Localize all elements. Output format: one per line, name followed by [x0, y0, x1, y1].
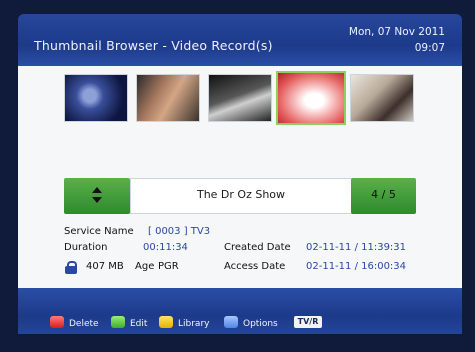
- time-text: 09:07: [414, 42, 445, 54]
- program-title-box: The Dr Oz Show: [130, 178, 352, 214]
- created-label: Created Date: [224, 242, 291, 253]
- options-key-label[interactable]: Options: [243, 318, 278, 330]
- access-value: 02-11-11 / 16:00:34: [306, 261, 407, 272]
- age-value: PGR: [158, 261, 179, 272]
- duration-value: 00:11:34: [143, 242, 188, 253]
- record-counter: 4 / 5: [371, 188, 396, 201]
- recording-info: Service Name [ 0003 ] TV3 Duration 00:11…: [64, 224, 424, 284]
- thumbnail-4-selected[interactable]: [276, 71, 346, 125]
- duration-label: Duration: [64, 242, 108, 253]
- library-key-label[interactable]: Library: [178, 318, 209, 330]
- thumbnail-strip: [64, 71, 424, 125]
- tv-screen: Thumbnail Browser - Video Record(s) Mon,…: [0, 0, 475, 352]
- tvr-key[interactable]: TV/R: [294, 316, 322, 328]
- service-label: Service Name: [64, 226, 134, 237]
- age-label: Age: [135, 261, 155, 272]
- datetime-display: Mon, 07 Nov 2011 09:07: [349, 24, 445, 56]
- thumbnail-5[interactable]: [350, 74, 414, 122]
- thumbnail-3[interactable]: [208, 74, 272, 122]
- navigate-button[interactable]: [64, 178, 130, 214]
- up-down-arrows-icon: [92, 187, 102, 205]
- blue-key-icon: [224, 316, 238, 328]
- program-title: The Dr Oz Show: [196, 188, 286, 201]
- program-selector: The Dr Oz Show 4 / 5: [64, 178, 416, 214]
- service-value: [ 0003 ] TV3: [148, 226, 211, 237]
- delete-key-label[interactable]: Delete: [69, 318, 99, 330]
- created-value: 02-11-11 / 11:39:31: [306, 242, 407, 253]
- red-key-icon: [50, 316, 64, 328]
- date-text: Mon, 07 Nov 2011: [348, 26, 445, 38]
- thumbnail-2[interactable]: [136, 74, 200, 122]
- page-title: Thumbnail Browser - Video Record(s): [34, 38, 273, 53]
- green-key-icon: [111, 316, 125, 328]
- lock-icon: [64, 261, 78, 274]
- yellow-key-icon: [159, 316, 173, 328]
- access-label: Access Date: [224, 261, 286, 272]
- thumbnail-1[interactable]: [64, 74, 128, 122]
- record-counter-box: 4 / 5: [351, 178, 416, 214]
- file-size: 407 MB: [86, 261, 124, 272]
- edit-key-label[interactable]: Edit: [130, 318, 147, 330]
